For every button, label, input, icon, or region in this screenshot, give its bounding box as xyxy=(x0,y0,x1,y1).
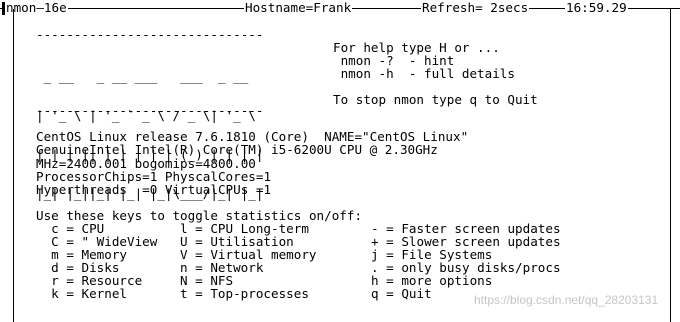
hyperthreads-info: Hyperthreads =0 VirtualCPUs =1 xyxy=(36,182,272,197)
key-col-2: t = Top-processes xyxy=(180,286,309,301)
logo-line: _ __ _ __ ___ ___ _ __ xyxy=(36,69,249,84)
cpu-info: GenuineIntel Intel(R) Core(TM) i5-6200U … xyxy=(36,142,438,157)
clock: 16:59.29 xyxy=(565,0,628,15)
app-version: nmon—16e xyxy=(5,0,68,15)
nmon-title-bar: nmon—16e Hostname=Frank Refresh= 2secs 1… xyxy=(0,0,680,16)
refresh-interval: Refresh= 2secs xyxy=(421,0,530,15)
banner-divider-bottom: ------------------------------ xyxy=(36,103,264,118)
watermark-url: https://blog.csdn.net/qq_28203131 xyxy=(474,293,659,307)
key-col-1: k = Kernel xyxy=(36,286,127,301)
terminal-window[interactable]: nmon—16e Hostname=Frank Refresh= 2secs 1… xyxy=(0,0,680,322)
key-col-3: q = Quit xyxy=(371,286,432,301)
right-border xyxy=(670,9,671,322)
help-line-3: nmon -h - full details xyxy=(333,66,515,81)
hostname: Hostname=Frank xyxy=(244,0,353,15)
help-line-4: To stop nmon type q to Quit xyxy=(333,92,538,107)
banner-divider-top: ------------------------------ xyxy=(36,27,264,42)
left-border xyxy=(13,9,14,322)
